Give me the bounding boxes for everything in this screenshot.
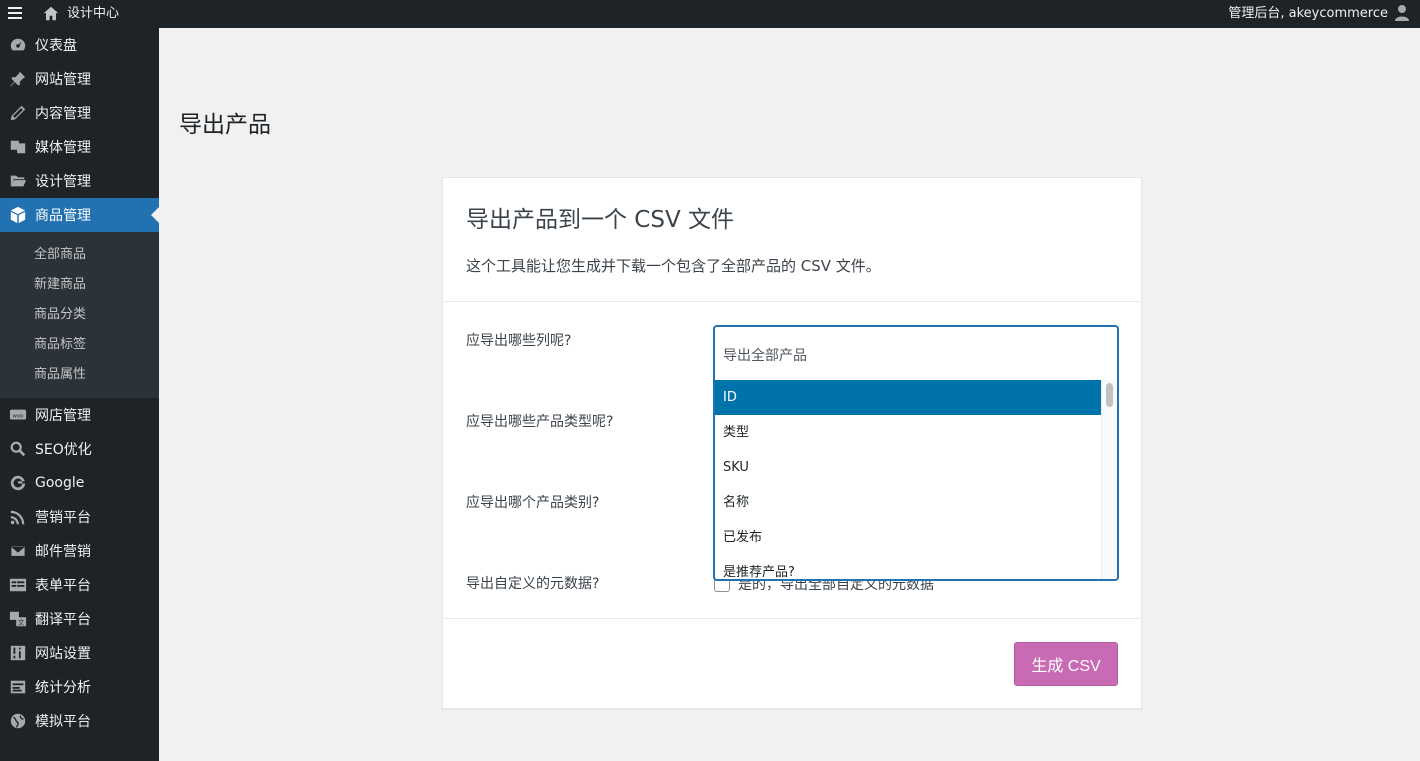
box-icon xyxy=(8,205,28,225)
dashboard-icon xyxy=(8,35,28,55)
option-name[interactable]: 名称 xyxy=(715,485,1103,520)
sidebar-item-label: 统计分析 xyxy=(35,680,91,696)
option-id[interactable]: ID xyxy=(715,380,1103,415)
sidebar-item-google[interactable]: Google xyxy=(0,466,159,500)
admin-sidebar: 仪表盘 网站管理 内容管理 媒体管理 设计管理 商品管理 全部商品 新建商品 商… xyxy=(0,28,159,761)
sidebar-item-simulation[interactable]: 模拟平台 xyxy=(0,704,159,738)
option-sku[interactable]: SKU xyxy=(715,450,1103,485)
mail-icon xyxy=(8,541,28,561)
rss-icon xyxy=(8,507,28,527)
card-heading: 导出产品到一个 CSV 文件 xyxy=(466,207,735,233)
sidebar-item-label: 表单平台 xyxy=(35,578,91,594)
translate-icon: 文 xyxy=(8,609,28,629)
sidebar-item-seo[interactable]: SEO优化 xyxy=(0,432,159,466)
sidebar-item-design[interactable]: 设计管理 xyxy=(0,164,159,198)
sidebar-item-label: 仪表盘 xyxy=(35,38,77,54)
pencil-icon xyxy=(8,103,28,123)
option-type[interactable]: 类型 xyxy=(715,415,1103,450)
card-description: 这个工具能让您生成并下载一个包含了全部产品的 CSV 文件。 xyxy=(466,257,881,275)
sidebar-item-content[interactable]: 内容管理 xyxy=(0,96,159,130)
sidebar-item-label: 网店管理 xyxy=(35,408,91,424)
settings-icon xyxy=(8,643,28,663)
category-label: 应导出哪个产品类别? xyxy=(466,495,600,511)
stats-icon xyxy=(8,677,28,697)
product-types-label: 应导出哪些产品类型呢? xyxy=(466,414,614,430)
sidebar-item-label: Google xyxy=(35,475,85,491)
sidebar-item-label: 商品管理 xyxy=(35,208,91,224)
generate-csv-button[interactable]: 生成 CSV xyxy=(1014,642,1118,686)
media-icon xyxy=(8,137,28,157)
sidebar-item-dashboard[interactable]: 仪表盘 xyxy=(0,28,159,62)
scrollbar-thumb[interactable] xyxy=(1106,383,1113,407)
site-name-link[interactable]: 设计中心 xyxy=(67,5,119,23)
folder-icon xyxy=(8,171,28,191)
admin-bar: 设计中心 管理后台, akeycommerce xyxy=(0,0,1420,28)
divider xyxy=(443,618,1141,619)
google-icon xyxy=(8,473,28,493)
sidebar-item-label: 网站管理 xyxy=(35,72,91,88)
globe-icon xyxy=(8,711,28,731)
sidebar-item-label: SEO优化 xyxy=(35,442,92,458)
sidebar-item-label: 邮件营销 xyxy=(35,544,91,560)
user-icon[interactable] xyxy=(1394,4,1410,22)
sidebar-item-label: 设计管理 xyxy=(35,174,91,190)
sidebar-item-label: 网站设置 xyxy=(35,646,91,662)
sidebar-item-label: 内容管理 xyxy=(35,106,91,122)
sidebar-item-label: 模拟平台 xyxy=(35,714,91,730)
sidebar-item-media[interactable]: 媒体管理 xyxy=(0,130,159,164)
form-icon xyxy=(8,575,28,595)
option-published[interactable]: 已发布 xyxy=(715,520,1103,555)
sidebar-item-label: 媒体管理 xyxy=(35,140,91,156)
sidebar-item-products[interactable]: 商品管理 xyxy=(0,198,159,232)
svg-text:woo: woo xyxy=(13,413,24,419)
sidebar-item-site[interactable]: 网站管理 xyxy=(0,62,159,96)
submenu-item-categories[interactable]: 商品分类 xyxy=(0,300,159,330)
home-icon[interactable] xyxy=(42,5,60,23)
submenu-item-new-product[interactable]: 新建商品 xyxy=(0,270,159,300)
submenu-item-all-products[interactable]: 全部商品 xyxy=(0,240,159,270)
products-submenu: 全部商品 新建商品 商品分类 商品标签 商品属性 xyxy=(0,232,159,398)
woo-icon: woo xyxy=(8,405,28,425)
option-featured[interactable]: 是推荐产品? xyxy=(715,555,1103,579)
submenu-item-attributes[interactable]: 商品属性 xyxy=(0,360,159,390)
sidebar-item-label: 营销平台 xyxy=(35,510,91,526)
sidebar-item-email[interactable]: 邮件营销 xyxy=(0,534,159,568)
columns-select-dropdown[interactable]: 导出全部产品 ID 类型 SKU 名称 已发布 是推荐产品? xyxy=(713,325,1119,581)
page-title: 导出产品 xyxy=(179,112,271,138)
sidebar-item-label: 翻译平台 xyxy=(35,612,91,628)
pin-icon xyxy=(8,69,28,89)
columns-label: 应导出哪些列呢? xyxy=(466,333,572,349)
svg-text:文: 文 xyxy=(18,617,25,626)
sidebar-item-translate[interactable]: 文 翻译平台 xyxy=(0,602,159,636)
sidebar-item-forms[interactable]: 表单平台 xyxy=(0,568,159,602)
columns-options-list: ID 类型 SKU 名称 已发布 是推荐产品? xyxy=(715,380,1103,579)
columns-search-input[interactable]: 导出全部产品 xyxy=(723,345,807,365)
account-link[interactable]: 管理后台, akeycommerce xyxy=(1228,5,1388,23)
submenu-item-tags[interactable]: 商品标签 xyxy=(0,330,159,360)
options-scrollbar[interactable] xyxy=(1101,380,1117,579)
sidebar-item-marketing[interactable]: 营销平台 xyxy=(0,500,159,534)
sidebar-item-shop[interactable]: woo 网店管理 xyxy=(0,398,159,432)
custom-meta-label: 导出自定义的元数据? xyxy=(466,576,600,592)
divider xyxy=(443,301,1141,302)
menu-toggle-icon[interactable] xyxy=(8,7,22,21)
sidebar-item-stats[interactable]: 统计分析 xyxy=(0,670,159,704)
search-icon xyxy=(8,439,28,459)
sidebar-item-settings[interactable]: 网站设置 xyxy=(0,636,159,670)
